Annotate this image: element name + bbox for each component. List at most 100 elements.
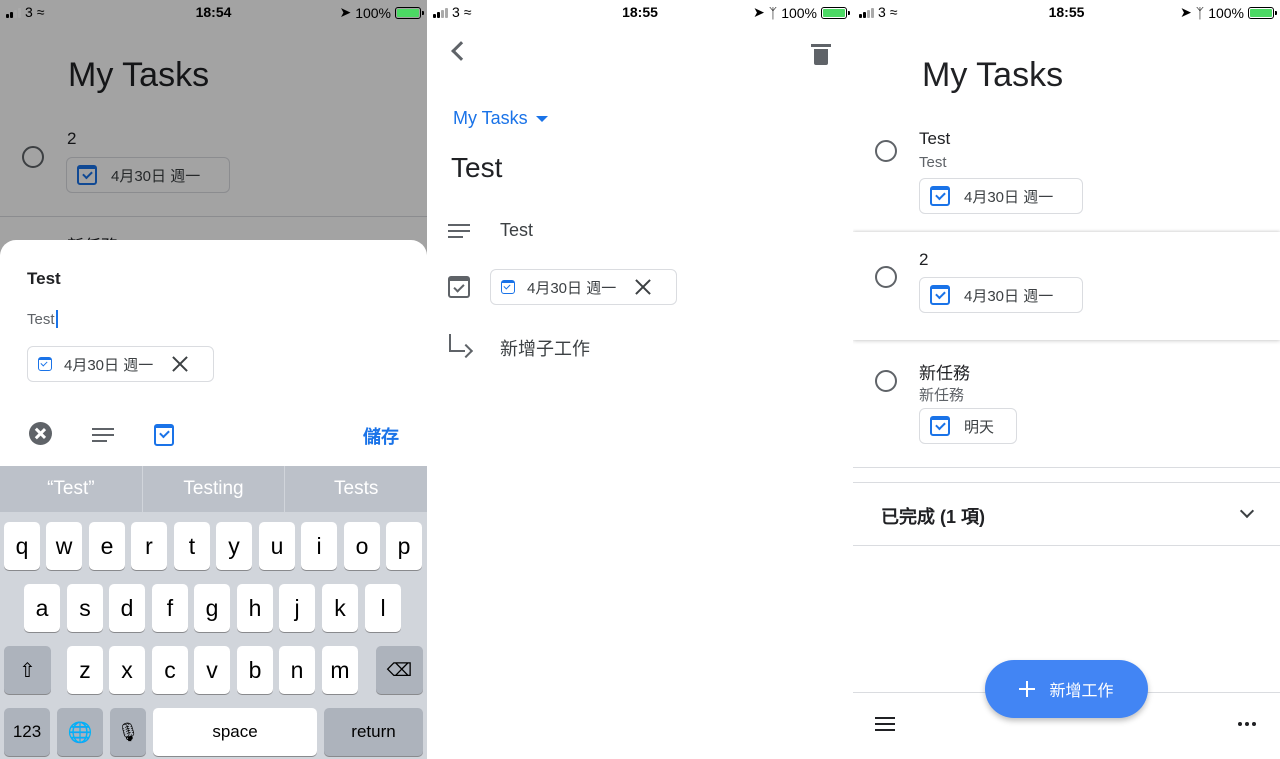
key-u[interactable]: u xyxy=(259,522,295,570)
key-m[interactable]: m xyxy=(322,646,358,694)
sheet-details-input[interactable]: Test xyxy=(27,310,58,328)
battery-percent: 100% xyxy=(781,4,817,21)
return-key[interactable]: return xyxy=(324,708,423,756)
suggestion-1[interactable]: “Test” xyxy=(0,466,143,512)
calendar-icon xyxy=(501,280,515,294)
divider xyxy=(853,467,1280,468)
key-s[interactable]: s xyxy=(67,584,103,632)
shift-icon: ⇧ xyxy=(19,659,36,682)
battery-icon xyxy=(821,6,850,19)
key-p[interactable]: p xyxy=(386,522,422,570)
key-d[interactable]: d xyxy=(109,584,145,632)
key-t[interactable]: t xyxy=(174,522,210,570)
status-bar: 3 ≈ 18:55 ➤ ᛉ 100% xyxy=(427,0,853,24)
key-x[interactable]: x xyxy=(109,646,145,694)
list-selector[interactable]: My Tasks xyxy=(453,108,548,129)
backspace-key[interactable]: ⌫ xyxy=(376,646,423,694)
status-right: ➤ 100% xyxy=(339,4,424,21)
shift-key[interactable]: ⇧ xyxy=(4,646,51,694)
date-icon[interactable] xyxy=(154,424,174,446)
numbers-key[interactable]: 123 xyxy=(4,708,50,756)
status-right: ➤ ᛉ 100% xyxy=(1180,4,1277,21)
calendar-icon xyxy=(38,357,52,371)
plus-icon xyxy=(1019,681,1036,697)
sheet-task-title[interactable]: Test xyxy=(27,269,61,289)
calendar-icon xyxy=(448,276,470,298)
backspace-icon: ⌫ xyxy=(386,659,413,680)
key-f[interactable]: f xyxy=(152,584,188,632)
menu-icon[interactable] xyxy=(875,717,895,731)
suggestion-2[interactable]: Testing xyxy=(143,466,286,512)
key-r[interactable]: r xyxy=(131,522,167,570)
date-chip[interactable]: 明天 xyxy=(919,408,1017,444)
task-checkbox[interactable] xyxy=(875,266,897,288)
key-k[interactable]: k xyxy=(322,584,358,632)
trash-icon[interactable] xyxy=(811,44,831,65)
task-title: Test xyxy=(919,129,951,148)
key-z[interactable]: z xyxy=(67,646,103,694)
battery-percent: 100% xyxy=(355,4,391,21)
new-task-sheet: Test Test 4月30日 週一 儲存 xyxy=(0,240,427,466)
key-l[interactable]: l xyxy=(365,584,401,632)
date-chip-label: 明天 xyxy=(964,418,995,436)
task-title: 新任務 xyxy=(919,364,970,383)
clear-date-icon[interactable] xyxy=(171,355,189,373)
globe-icon: 🌐 xyxy=(67,721,93,744)
back-icon[interactable] xyxy=(451,41,471,61)
predictive-bar: “Test” Testing Tests xyxy=(0,466,427,512)
calendar-icon xyxy=(930,416,950,436)
key-h[interactable]: h xyxy=(237,584,273,632)
bluetooth-icon: ᛉ xyxy=(1195,4,1205,21)
task-checkbox[interactable] xyxy=(875,370,897,392)
date-chip[interactable]: 4月30日 週一 xyxy=(919,178,1083,214)
date-chip[interactable]: 4月30日 週一 xyxy=(919,277,1083,313)
task-checkbox[interactable] xyxy=(875,140,897,162)
completed-section-toggle[interactable]: 已完成 (1 項) xyxy=(881,503,985,529)
panel-task-list: 3 ≈ 18:55 ➤ ᛉ 100% My Tasks Test Test 4月… xyxy=(853,0,1280,759)
save-button[interactable]: 儲存 xyxy=(363,423,399,449)
suggestion-3[interactable]: Tests xyxy=(285,466,427,512)
key-a[interactable]: a xyxy=(24,584,60,632)
page-title: My Tasks xyxy=(922,56,1064,94)
location-icon: ➤ xyxy=(753,4,765,20)
date-chip-label: 4月30日 週一 xyxy=(964,287,1054,305)
date-chip-label: 4月30日 週一 xyxy=(527,279,617,297)
task-subtitle: 新任務 xyxy=(919,387,965,404)
calendar-icon xyxy=(930,285,950,305)
key-e[interactable]: e xyxy=(89,522,125,570)
key-i[interactable]: i xyxy=(301,522,337,570)
status-bar: 3 ≈ 18:54 ➤ 100% xyxy=(0,0,427,24)
chevron-down-icon[interactable] xyxy=(1239,503,1255,519)
details-field[interactable]: Test xyxy=(500,220,533,241)
globe-key[interactable]: 🌐 xyxy=(57,708,103,756)
location-icon: ➤ xyxy=(339,4,352,20)
clear-date-icon[interactable] xyxy=(634,278,652,296)
key-y[interactable]: y xyxy=(216,522,252,570)
cancel-icon[interactable] xyxy=(29,422,52,445)
key-n[interactable]: n xyxy=(279,646,315,694)
add-task-button[interactable]: 新增工作 xyxy=(985,660,1148,718)
key-j[interactable]: j xyxy=(279,584,315,632)
location-icon: ➤ xyxy=(1180,4,1192,20)
date-chip[interactable]: 4月30日 週一 xyxy=(490,269,677,305)
list-item-dragging[interactable]: 2 4月30日 週一 xyxy=(853,232,1280,340)
dictation-key[interactable]: 🎙 xyxy=(110,708,146,756)
panel-edit-sheet: My Tasks 2 4月30日 週一 新任務 3 ≈ 18:54 ➤ 100%… xyxy=(0,0,427,759)
key-w[interactable]: w xyxy=(46,522,82,570)
sheet-date-chip[interactable]: 4月30日 週一 xyxy=(27,346,214,382)
subtask-arrow-icon xyxy=(449,334,465,352)
key-q[interactable]: q xyxy=(4,522,40,570)
details-icon[interactable] xyxy=(92,428,114,442)
key-c[interactable]: c xyxy=(152,646,188,694)
key-g[interactable]: g xyxy=(194,584,230,632)
key-o[interactable]: o xyxy=(344,522,380,570)
sheet-toolbar: 儲存 xyxy=(0,420,427,450)
add-subtask-button[interactable]: 新增子工作 xyxy=(500,335,590,361)
space-key[interactable]: space xyxy=(153,708,317,756)
more-icon[interactable] xyxy=(1238,722,1256,726)
ios-keyboard: “Test” Testing Tests q w e r t y u i o p… xyxy=(0,466,427,759)
key-b[interactable]: b xyxy=(237,646,273,694)
key-v[interactable]: v xyxy=(194,646,230,694)
task-title-field[interactable]: Test xyxy=(451,152,502,184)
task-subtitle: Test xyxy=(919,154,947,171)
